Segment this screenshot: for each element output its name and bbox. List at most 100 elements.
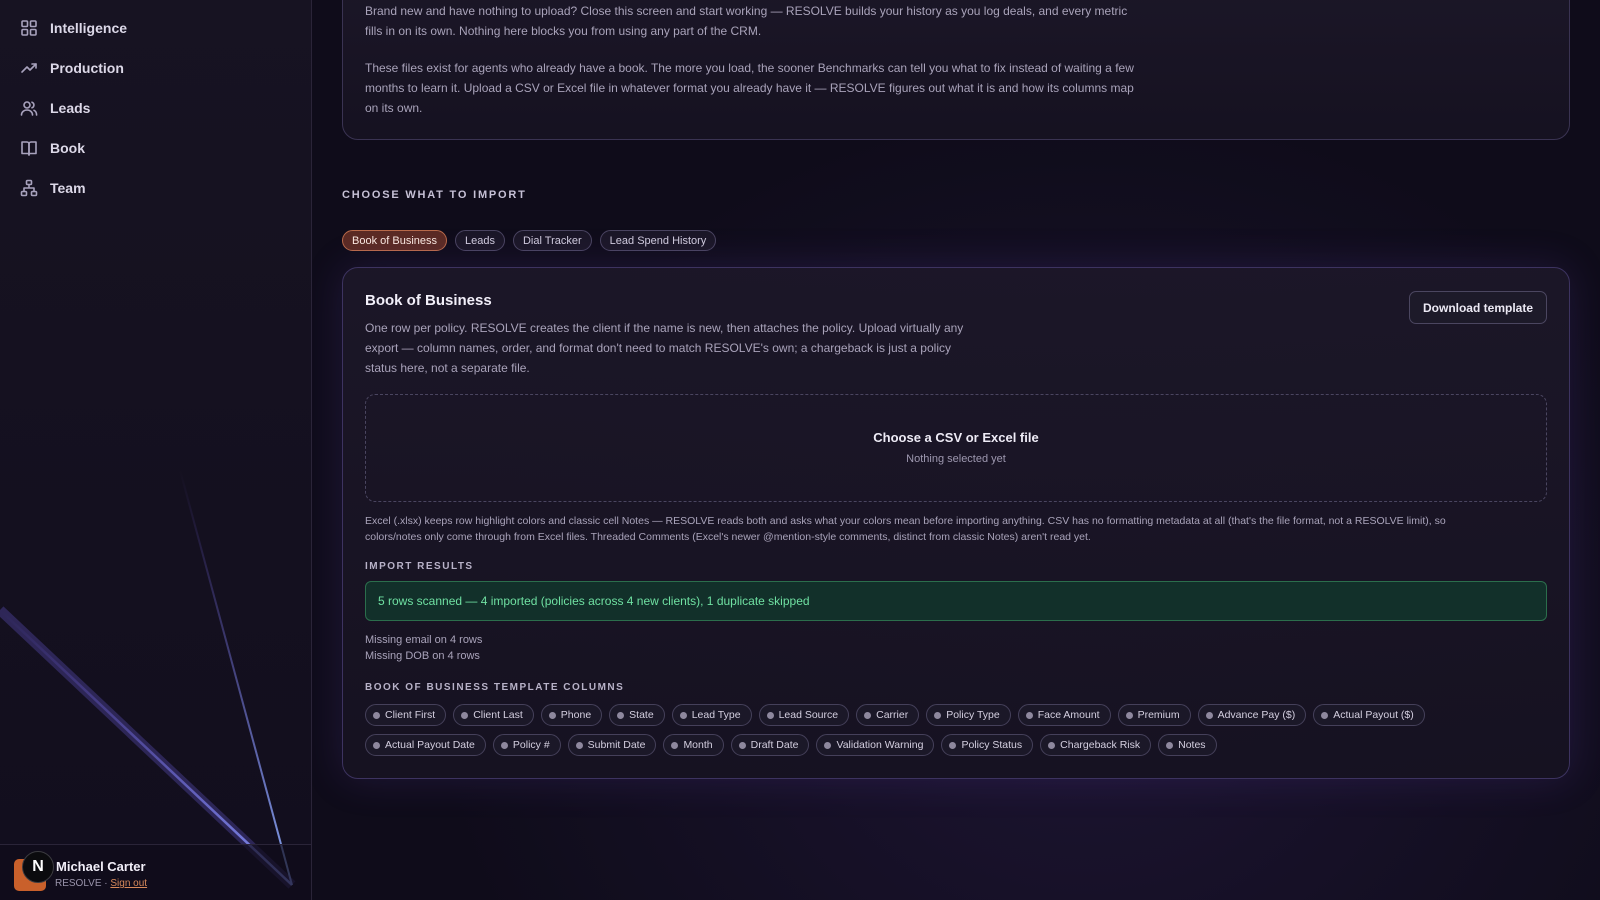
dot-icon xyxy=(373,741,380,749)
warning-missing-dob: Missing DOB on 4 rows xyxy=(365,650,480,662)
sidebar-item-label: Team xyxy=(50,180,86,196)
sidebar-item-production[interactable]: Production xyxy=(20,54,124,82)
user-org: RESOLVE · Sign out xyxy=(55,878,147,889)
column-chip-label: Actual Payout Date xyxy=(385,739,475,751)
tab-book-of-business[interactable]: Book of Business xyxy=(342,230,447,251)
org-icon xyxy=(20,179,38,197)
column-chip: Policy Status xyxy=(941,734,1034,756)
book-icon xyxy=(21,141,37,156)
dot-icon xyxy=(1321,711,1329,719)
tab-dial-tracker[interactable]: Dial Tracker xyxy=(512,230,592,251)
sidebar-item-label: Intelligence xyxy=(50,20,128,36)
column-chip: Actual Payout Date xyxy=(365,734,486,756)
column-chip-label: Premium xyxy=(1137,709,1180,721)
dot-icon xyxy=(548,711,556,719)
dot-icon xyxy=(1205,711,1213,719)
column-chip-label: Chargeback Risk xyxy=(1060,739,1141,751)
column-chip-label: Client First xyxy=(385,709,436,721)
dot-icon xyxy=(671,741,679,749)
import-result-banner: 5 rows scanned — 4 imported (policies ac… xyxy=(365,581,1547,621)
column-chip-label: Submit Date xyxy=(587,739,646,751)
column-chip-label: Notes xyxy=(1178,739,1206,751)
column-chip: Chargeback Risk xyxy=(1040,734,1152,756)
dot-icon xyxy=(949,741,957,749)
import-results-label: IMPORT RESULTS xyxy=(365,561,474,572)
section-title: CHOOSE WHAT TO IMPORT xyxy=(342,189,527,201)
sidebar-item-intelligence[interactable]: Intelligence xyxy=(20,14,127,42)
dot-icon xyxy=(1166,741,1174,749)
column-chip: Draft Date xyxy=(730,734,810,756)
column-chip-label: Lead Source xyxy=(778,709,839,721)
column-chip-label: Policy Type xyxy=(946,709,1000,721)
column-chip: Face Amount xyxy=(1017,704,1111,726)
column-chip: Advance Pay ($) xyxy=(1197,704,1307,726)
column-chip-label: Client Last xyxy=(473,709,523,721)
columns-row-2: Actual Payout Date Policy # Submit Date … xyxy=(365,734,1555,756)
user-name: Michael Carter xyxy=(56,859,146,874)
dot-icon xyxy=(1048,741,1056,749)
card-description: One row per policy. RESOLVE creates the … xyxy=(365,321,964,375)
column-chip: Client First xyxy=(365,704,447,726)
dot-icon xyxy=(500,741,508,749)
intro-card: Brand new and have nothing to upload? Cl… xyxy=(342,0,1570,140)
column-chip-label: Policy Status xyxy=(961,739,1023,751)
dot-icon xyxy=(461,711,469,719)
trend-icon xyxy=(21,63,37,73)
column-chip-label: Advance Pay ($) xyxy=(1217,709,1296,721)
columns-row-1: Client First Client Last Phone State Lea… xyxy=(365,704,1555,726)
column-chip: Client Last xyxy=(453,704,534,726)
column-chip-label: Draft Date xyxy=(750,739,799,751)
dot-icon xyxy=(738,741,746,749)
dot-icon xyxy=(824,741,832,749)
sidebar: Intelligence Production Leads Book Team … xyxy=(0,0,312,900)
dot-icon xyxy=(575,741,583,749)
sidebar-item-label: Leads xyxy=(50,100,91,116)
dropzone-title: Choose a CSV or Excel file xyxy=(873,430,1039,445)
template-columns-label: BOOK OF BUSINESS TEMPLATE COLUMNS xyxy=(365,682,625,693)
intro-paragraph-2: These files exist for agents who already… xyxy=(365,61,1134,115)
dot-icon xyxy=(679,711,687,719)
column-chip: State xyxy=(609,704,665,726)
column-chip-label: State xyxy=(629,709,654,721)
column-chip: Policy Type xyxy=(926,704,1011,726)
column-chip-label: Actual Payout ($) xyxy=(1333,709,1414,721)
n-badge[interactable]: N xyxy=(22,851,54,883)
column-chip: Month xyxy=(663,734,724,756)
format-note: Excel (.xlsx) keeps row highlight colors… xyxy=(365,515,1446,543)
warning-missing-email: Missing email on 4 rows xyxy=(365,634,483,646)
column-chip: Lead Type xyxy=(671,704,752,726)
sidebar-item-team[interactable]: Team xyxy=(20,174,86,202)
sidebar-item-leads[interactable]: Leads xyxy=(20,94,90,122)
sidebar-item-book[interactable]: Book xyxy=(20,134,85,162)
import-tabs: Book of Business Leads Dial Tracker Lead… xyxy=(342,230,717,251)
column-chip: Phone xyxy=(540,704,603,726)
column-chip: Submit Date xyxy=(567,734,657,756)
grid-icon xyxy=(21,20,37,36)
dot-icon xyxy=(864,711,872,719)
column-chip-label: Lead Type xyxy=(691,709,741,721)
column-chip-label: Validation Warning xyxy=(836,739,924,751)
column-chip-label: Policy # xyxy=(512,739,550,751)
sidebar-item-label: Book xyxy=(50,140,85,156)
column-chip: Actual Payout ($) xyxy=(1313,704,1425,726)
card-title: Book of Business xyxy=(365,292,492,309)
column-chip-label: Carrier xyxy=(876,709,909,721)
import-card: Book of Business One row per policy. RES… xyxy=(342,267,1570,779)
file-dropzone[interactable]: Choose a CSV or Excel file Nothing selec… xyxy=(365,394,1547,502)
dot-icon xyxy=(1025,711,1033,719)
column-chip-label: Phone xyxy=(560,709,592,721)
column-chip: Carrier xyxy=(856,704,920,726)
tab-lead-spend-history[interactable]: Lead Spend History xyxy=(599,230,717,251)
download-template-button[interactable]: Download template xyxy=(1408,291,1547,324)
column-chip-label: Face Amount xyxy=(1037,709,1100,721)
tab-leads[interactable]: Leads xyxy=(455,230,505,251)
org-label: RESOLVE · xyxy=(55,878,111,889)
user-bar: N Michael Carter RESOLVE · Sign out xyxy=(0,844,311,900)
dot-icon xyxy=(617,711,625,719)
column-chip-label: Month xyxy=(683,739,713,751)
column-chip: Policy # xyxy=(492,734,561,756)
dropzone-status: Nothing selected yet xyxy=(906,453,1006,465)
main-content: Brand new and have nothing to upload? Cl… xyxy=(312,0,1600,900)
sign-out-link[interactable]: Sign out xyxy=(110,878,147,889)
column-chip: Lead Source xyxy=(758,704,850,726)
